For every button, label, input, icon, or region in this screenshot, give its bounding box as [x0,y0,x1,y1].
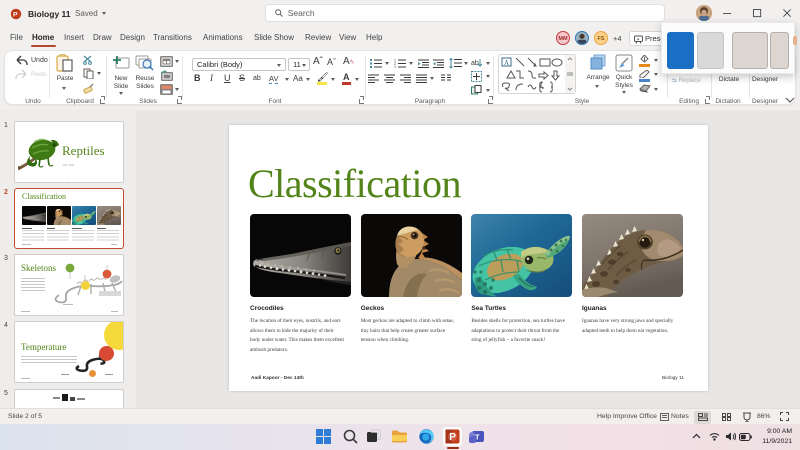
svg-text:P: P [449,432,456,443]
svg-text:T: T [475,433,480,442]
svg-text:ab: ab [471,60,479,67]
svg-text:A: A [504,59,509,67]
svg-text:3: 3 [394,66,396,69]
svg-text:P: P [13,11,18,18]
